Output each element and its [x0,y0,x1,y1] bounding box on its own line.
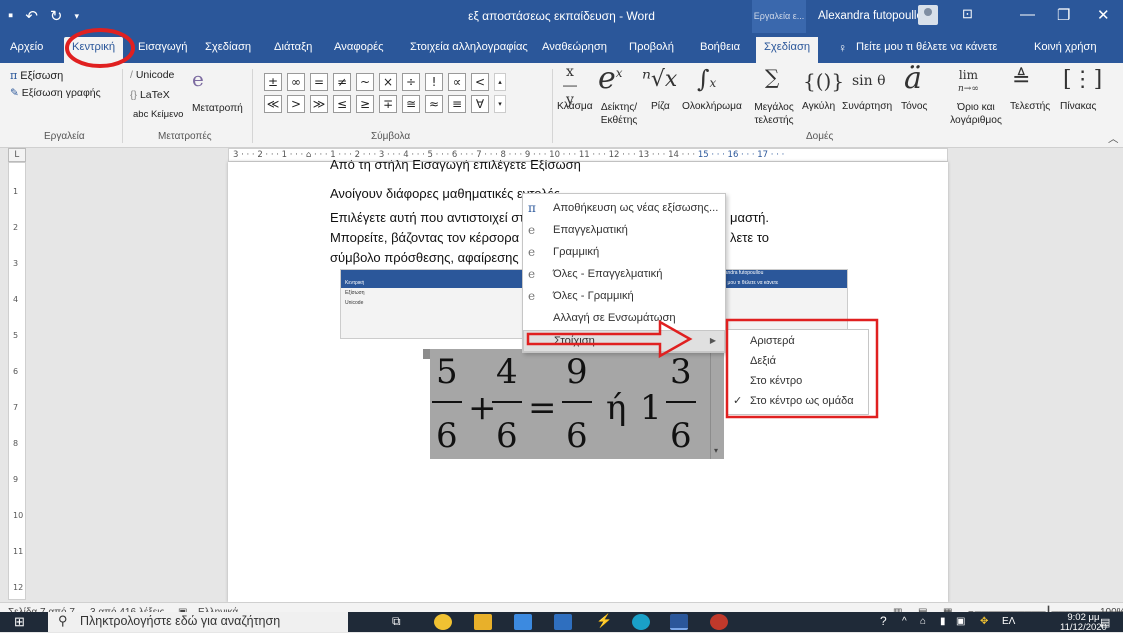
tray-chevron-icon[interactable]: ^ [902,616,907,627]
edge-icon[interactable] [632,614,650,630]
task-view-icon[interactable]: ⧉ [392,614,401,629]
windows-start-icon[interactable]: ⊞ [14,614,25,630]
annotation-circle [65,28,135,68]
tray-app-icon[interactable]: ▣ [956,616,965,627]
taskbar: ⊞ ⚲ Πληκτρολογήστε εδώ για αναζήτηση ⧉ ⚡ … [0,612,1123,633]
notifications-icon[interactable]: ▤ [1100,616,1110,629]
annotation-overlay [65,28,879,419]
search-icon: ⚲ [58,613,68,628]
mail-icon[interactable] [554,614,572,630]
file-explorer-icon[interactable] [474,614,492,630]
app-icon[interactable] [710,614,728,630]
annotation-box [725,318,879,419]
dropbox-icon[interactable]: ✥ [980,616,988,627]
help-icon[interactable]: ? [880,614,887,628]
annotation-arrow [526,319,693,359]
word-taskbar-icon[interactable] [670,614,688,630]
chrome-icon[interactable] [434,614,452,630]
store-icon[interactable] [514,614,532,630]
input-language[interactable]: ΕΛ [1002,616,1015,627]
network-icon[interactable]: ⌂ [920,616,926,627]
battery-icon[interactable]: ▮ [940,616,946,627]
taskbar-search[interactable]: ⚲ Πληκτρολογήστε εδώ για αναζήτηση [48,612,348,632]
app-icon[interactable]: ⚡ [596,613,612,629]
